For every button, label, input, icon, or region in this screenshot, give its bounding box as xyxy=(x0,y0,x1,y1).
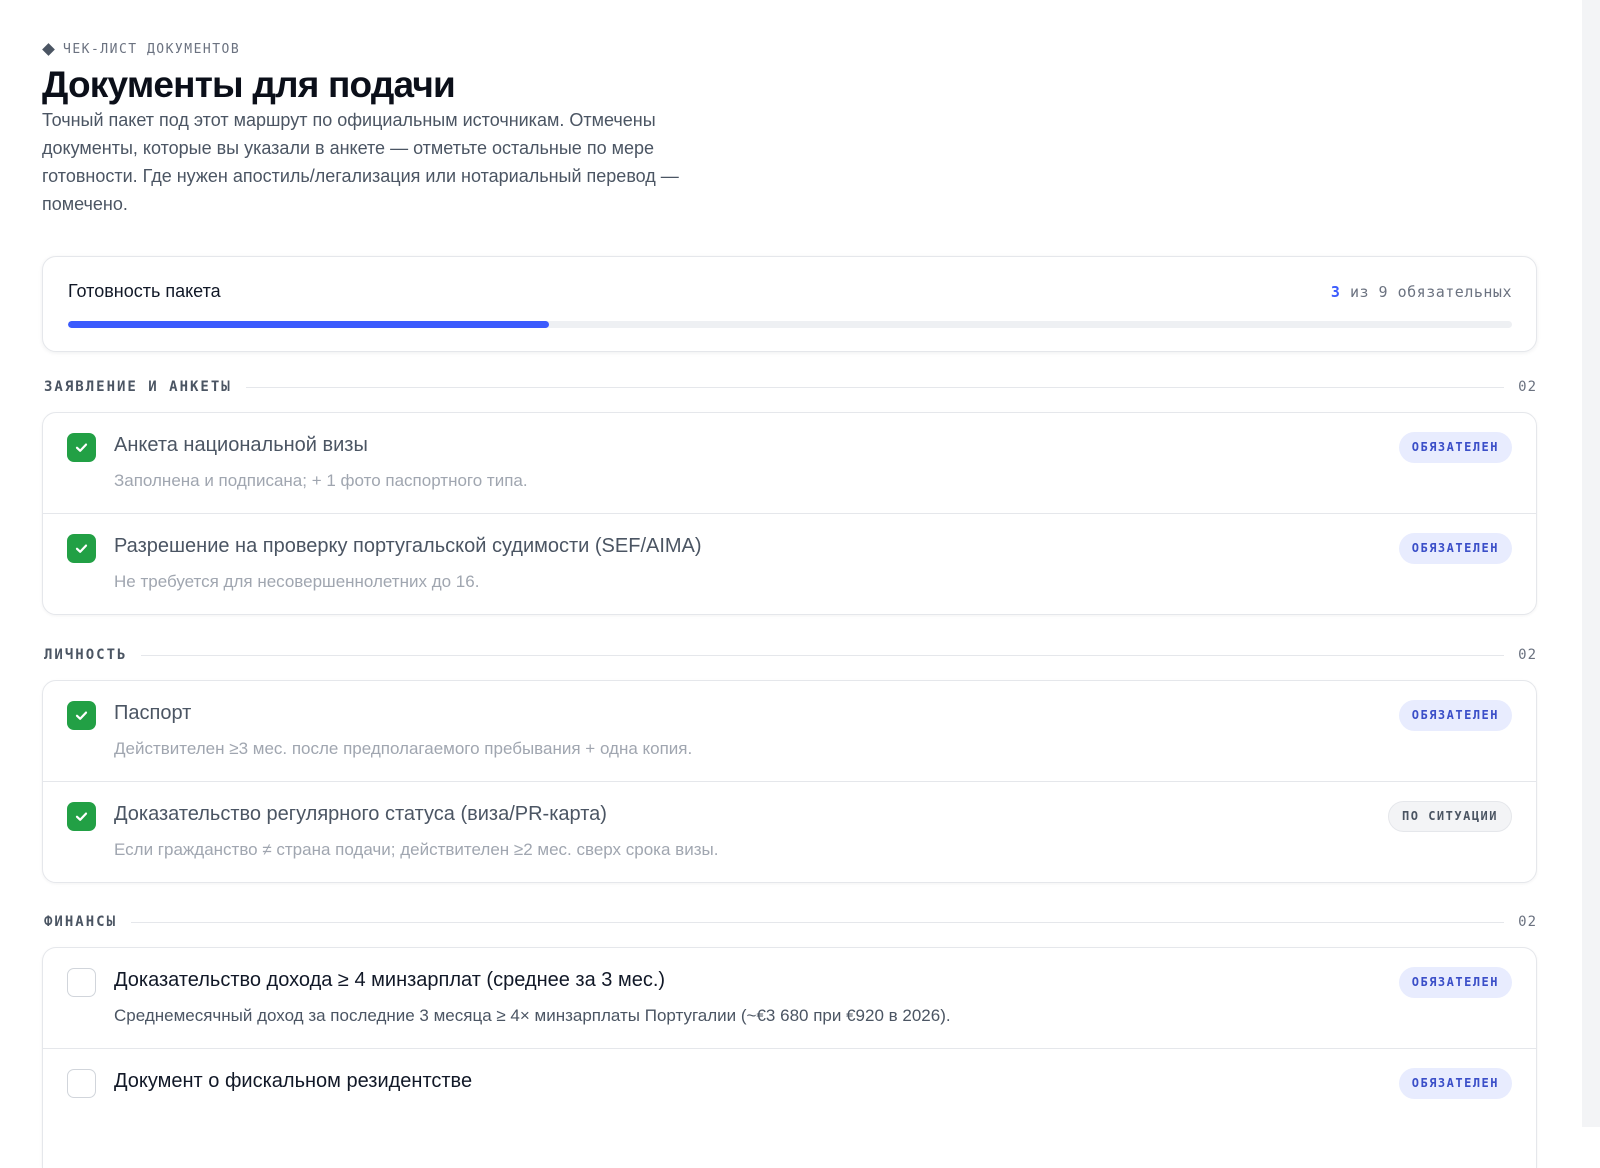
checklist-item[interactable]: Анкета национальной визы Заполнена и под… xyxy=(43,413,1536,513)
status-badge: ОБЯЗАТЕЛЕН xyxy=(1398,1068,1512,1099)
item-title: Разрешение на проверку португальской суд… xyxy=(114,535,702,557)
progress-fill xyxy=(68,321,549,328)
checkbox[interactable] xyxy=(67,1069,96,1098)
checkbox[interactable] xyxy=(67,433,96,462)
section-header-finances: ФИНАНСЫ 02 xyxy=(44,913,1537,931)
checkbox[interactable] xyxy=(67,802,96,831)
status-badge: ПО СИТУАЦИИ xyxy=(1388,801,1512,832)
checklist-item[interactable]: Разрешение на проверку португальской суд… xyxy=(43,513,1536,614)
eyebrow: ЧЕК-ЛИСТ ДОКУМЕНТОВ xyxy=(42,40,1539,58)
section-title: ЛИЧНОСТЬ xyxy=(44,647,128,663)
section-divider xyxy=(131,921,1505,923)
progress-count: 3 из 9 обязательных xyxy=(1331,283,1512,301)
item-description: Не требуется для несовершеннолетних до 1… xyxy=(114,572,480,591)
checkmark-icon xyxy=(75,544,88,553)
section-divider xyxy=(141,654,1505,656)
section-header-identity: ЛИЧНОСТЬ 02 xyxy=(44,646,1537,664)
section-group-identity: Паспорт Действителен ≥3 мес. после предп… xyxy=(42,680,1537,883)
diamond-icon xyxy=(42,42,55,56)
item-title: Анкета национальной визы xyxy=(114,434,368,456)
progress-label: Готовность пакета xyxy=(68,281,221,301)
checkmark-icon xyxy=(75,711,88,720)
document-checklist-page: ЧЕК-ЛИСТ ДОКУМЕНТОВ Документы для подачи… xyxy=(42,40,1539,1168)
status-badge: ОБЯЗАТЕЛЕН xyxy=(1398,432,1512,463)
checklist-item[interactable]: Доказательство регулярного статуса (виза… xyxy=(43,781,1536,882)
checkmark-icon xyxy=(75,443,88,452)
checkmark-icon xyxy=(75,812,88,821)
item-title: Паспорт xyxy=(114,702,192,724)
section-header-application: ЗАЯВЛЕНИЕ И АНКЕТЫ 02 xyxy=(44,378,1537,396)
status-badge: ОБЯЗАТЕЛЕН xyxy=(1398,700,1512,731)
item-title: Документ о фискальном резидентстве xyxy=(114,1070,473,1092)
section-title: ЗАЯВЛЕНИЕ И АНКЕТЫ xyxy=(44,379,232,395)
status-badge: ОБЯЗАТЕЛЕН xyxy=(1398,967,1512,998)
section-group-finances: Доказательство дохода ≥ 4 минзарплат (ср… xyxy=(42,947,1537,1168)
item-description: Действителен ≥3 мес. после предполагаемо… xyxy=(114,739,693,758)
section-group-application: Анкета национальной визы Заполнена и под… xyxy=(42,412,1537,615)
checklist-item[interactable]: Доказательство дохода ≥ 4 минзарплат (ср… xyxy=(43,948,1536,1048)
progress-done-count: 3 xyxy=(1330,283,1341,301)
item-description: Среднемесячный доход за последние 3 меся… xyxy=(114,1006,951,1025)
page-scrollbar[interactable] xyxy=(1582,0,1600,1127)
progress-total-text: из 9 обязательных xyxy=(1349,283,1512,301)
section-count: 02 xyxy=(1518,379,1537,395)
eyebrow-label: ЧЕК-ЛИСТ ДОКУМЕНТОВ xyxy=(63,41,241,57)
section-divider xyxy=(245,386,1505,388)
section-count: 02 xyxy=(1518,914,1537,930)
page-intro: Точный пакет под этот маршрут по официал… xyxy=(42,110,679,214)
page-title: Документы для подачи xyxy=(42,64,456,105)
checkbox[interactable] xyxy=(67,534,96,563)
checklist-item[interactable]: Документ о фискальном резидентстве ОБЯЗА… xyxy=(43,1048,1536,1149)
section-count: 02 xyxy=(1518,647,1537,663)
checklist-item[interactable]: Паспорт Действителен ≥3 мес. после предп… xyxy=(43,681,1536,781)
item-title: Доказательство дохода ≥ 4 минзарплат (ср… xyxy=(114,969,666,991)
progress-track xyxy=(68,321,1512,328)
checkbox[interactable] xyxy=(67,701,96,730)
item-description: Если гражданство ≠ страна подачи; действ… xyxy=(114,840,719,859)
progress-card: Готовность пакета 3 из 9 обязательных xyxy=(42,256,1537,352)
checkbox[interactable] xyxy=(67,968,96,997)
status-badge: ОБЯЗАТЕЛЕН xyxy=(1398,533,1512,564)
item-description: Заполнена и подписана; + 1 фото паспортн… xyxy=(114,471,528,490)
section-title: ФИНАНСЫ xyxy=(44,914,118,930)
item-title: Доказательство регулярного статуса (виза… xyxy=(114,803,607,825)
